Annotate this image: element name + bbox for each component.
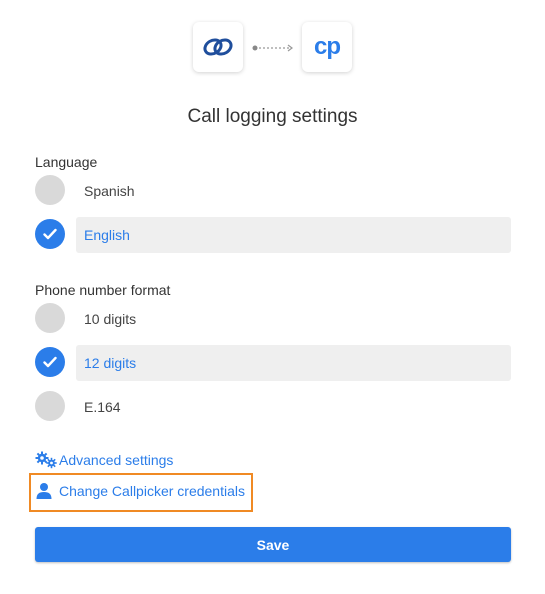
page-title: Call logging settings: [187, 106, 358, 127]
option-label: Spanish: [84, 183, 135, 199]
radio-checked[interactable]: [35, 219, 65, 249]
language-label: Language: [35, 154, 98, 170]
save-button[interactable]: Save: [35, 527, 511, 562]
advanced-settings-label[interactable]: Advanced settings: [59, 452, 173, 468]
radio-checked[interactable]: [35, 347, 65, 377]
language-option-spanish[interactable]: Spanish: [35, 173, 511, 207]
option-label: 12 digits: [76, 345, 511, 381]
radio-unchecked[interactable]: [35, 303, 65, 333]
gears-icon: [35, 451, 57, 469]
language-option-english[interactable]: English: [35, 217, 511, 253]
phone-format-option-10-digits[interactable]: 10 digits: [35, 301, 511, 335]
advanced-settings-link[interactable]: Advanced settings: [35, 451, 173, 469]
radio-unchecked[interactable]: [35, 391, 65, 421]
phone-format-label: Phone number format: [35, 282, 171, 298]
link-icon: [203, 38, 233, 56]
zoho-logo: [193, 22, 243, 72]
phone-format-option-12-digits[interactable]: 12 digits: [35, 345, 511, 381]
phone-format-option-e164[interactable]: E.164: [35, 389, 511, 423]
change-credentials-link[interactable]: Change Callpicker credentials: [35, 482, 245, 500]
cp-logo-icon: cp: [313, 33, 341, 60]
callpicker-logo: cp: [302, 22, 352, 72]
check-icon: [43, 356, 57, 368]
connector-arrow-icon: [252, 44, 293, 52]
check-icon: [43, 228, 57, 240]
radio-unchecked[interactable]: [35, 175, 65, 205]
option-label: English: [76, 217, 511, 253]
user-icon: [36, 483, 52, 499]
change-credentials-label[interactable]: Change Callpicker credentials: [59, 483, 245, 499]
option-label: E.164: [84, 399, 121, 415]
option-label: 10 digits: [84, 311, 137, 327]
